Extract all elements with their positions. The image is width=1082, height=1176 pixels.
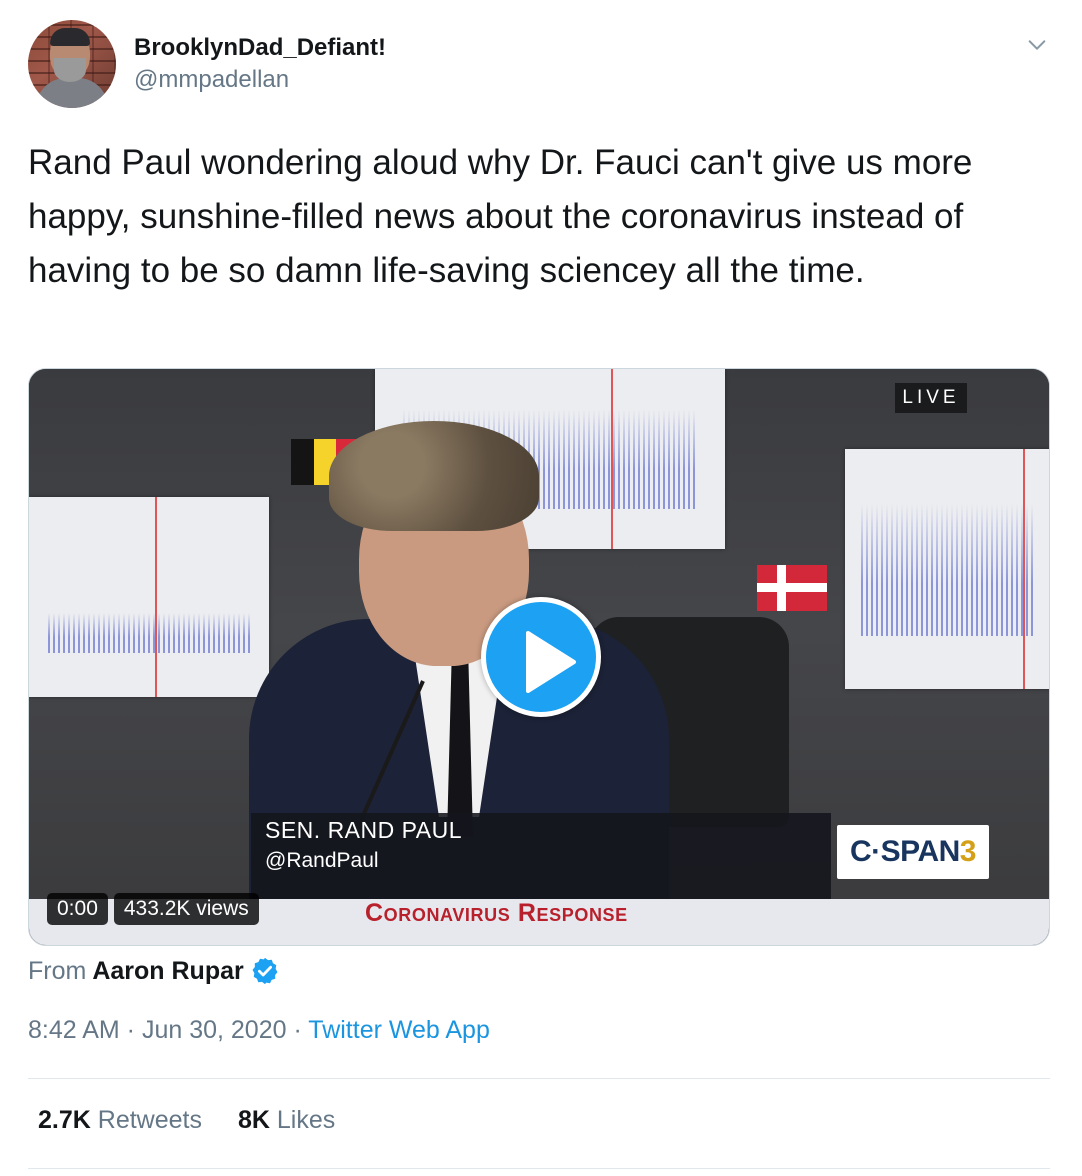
user-handle[interactable]: @mmpadellan [134,66,289,94]
tweet-time[interactable]: 8:42 AM [28,1016,120,1044]
tweet-date[interactable]: Jun 30, 2020 [142,1016,287,1044]
tweet-source[interactable]: Twitter Web App [308,1016,490,1044]
divider-bottom [28,1168,1050,1169]
avatar[interactable] [28,20,116,108]
tweet-meta: 8:42 AM · Jun 30, 2020 · Twitter Web App [28,1016,490,1044]
lower-banner: Coronavirus Response [365,899,628,927]
verified-badge-icon [252,957,278,985]
retweets-count: 2.7K [38,1106,91,1134]
video-player[interactable]: SEN. RAND PAUL @RandPaul C·SPAN 3 Coronav… [28,368,1050,946]
likes-stat[interactable]: 8K Likes [238,1106,335,1135]
live-badge: LIVE [895,383,967,413]
tweet-stats: 2.7K Retweets 8K Likes [38,1106,335,1135]
video-time: 0:00 [47,893,108,925]
attribution-prefix: From [28,956,87,985]
play-button[interactable] [481,597,601,717]
likes-count: 8K [237,1106,270,1134]
chyron-handle: @RandPaul [265,849,379,872]
tweet-text: Rand Paul wondering aloud why Dr. Fauci … [28,143,973,290]
retweets-stat[interactable]: 2.7K Retweets [38,1106,202,1135]
chevron-down-icon[interactable] [1026,34,1048,56]
tweet-header: BrooklynDad_Defiant! @mmpadellan [28,20,1054,110]
chyron-name: SEN. RAND PAUL [265,817,463,843]
video-views: 433.2K views [113,893,259,925]
attribution-author[interactable]: Aaron Rupar [92,957,243,986]
divider-top [28,1078,1050,1079]
retweets-label: Retweets [97,1106,202,1134]
play-icon [526,631,576,693]
video-stats: 0:00 433.2K views [47,893,259,925]
chart-poster-right [845,449,1049,689]
cspan3-logo: C·SPAN 3 [837,825,989,879]
chart-poster-left [29,497,269,697]
display-name[interactable]: BrooklynDad_Defiant! [134,34,386,62]
denmark-flag [757,565,827,611]
video-attribution: From Aaron Rupar [28,956,280,986]
likes-label: Likes [276,1106,336,1134]
